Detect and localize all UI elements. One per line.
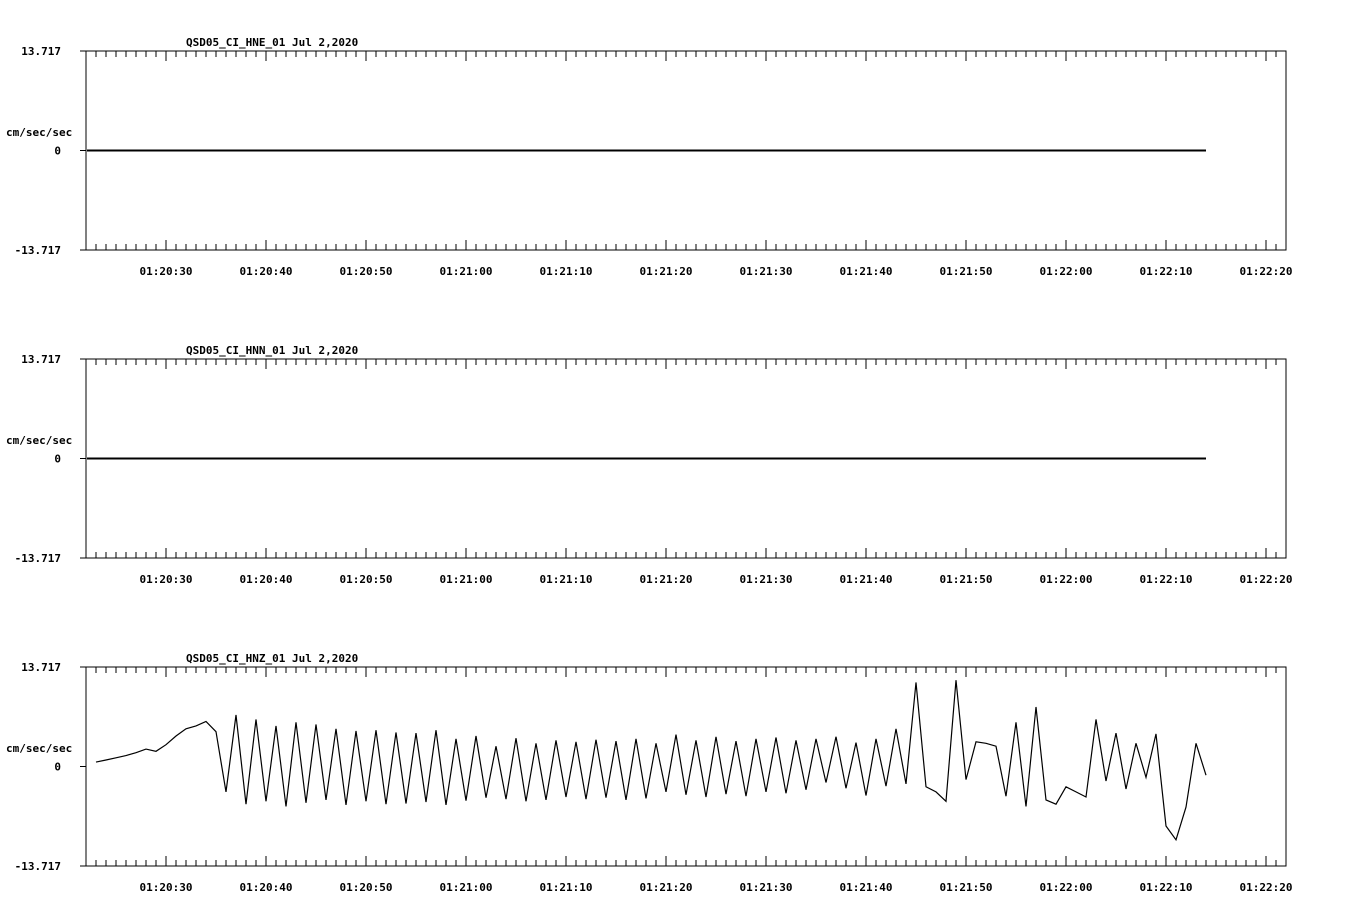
x-tick-label: 01:21:20 <box>640 265 693 278</box>
x-tick-label: 01:21:40 <box>840 265 893 278</box>
x-tick-label: 01:20:50 <box>340 265 393 278</box>
x-tick-label: 01:21:40 <box>840 573 893 586</box>
y-tick-label: 0 <box>54 145 61 158</box>
y-tick-label: 0 <box>54 761 61 774</box>
x-tick-label: 01:21:20 <box>640 573 693 586</box>
x-tick-label: 01:22:10 <box>1140 265 1193 278</box>
x-tick-label: 01:21:10 <box>540 573 593 586</box>
plot-panel-1: QSD05_CI_HNE_01 Jul 2,2020 13.717 0 -13.717… <box>6 36 1292 278</box>
x-tick-label: 01:20:40 <box>240 573 293 586</box>
x-tick-label: 01:21:00 <box>440 573 493 586</box>
x-tick-label: 01:22:20 <box>1240 573 1293 586</box>
x-tick-label: 01:22:10 <box>1140 573 1193 586</box>
y-tick-label: -13.717 <box>15 552 61 565</box>
y-axis-label: cm/sec/sec <box>6 434 72 447</box>
y-axis-label: cm/sec/sec <box>6 126 72 139</box>
x-tick-label: 01:22:00 <box>1040 265 1093 278</box>
x-tick-label: 01:21:00 <box>440 881 493 894</box>
x-tick-label: 01:21:50 <box>940 573 993 586</box>
x-tick-label: 01:22:20 <box>1240 265 1293 278</box>
x-tick-label: 01:21:30 <box>740 881 793 894</box>
y-tick-label: 13.717 <box>21 353 61 366</box>
x-tick-label: 01:21:30 <box>740 265 793 278</box>
x-tick-label: 01:21:10 <box>540 881 593 894</box>
y-axis-label: cm/sec/sec <box>6 742 72 755</box>
x-tick-label: 01:20:50 <box>340 881 393 894</box>
plot-title: QSD05_CI_HNN_01 Jul 2,2020 <box>186 344 358 357</box>
x-tick-label: 01:20:30 <box>140 265 193 278</box>
x-tick-label: 01:21:50 <box>940 265 993 278</box>
y-tick-label: -13.717 <box>15 860 61 873</box>
seismogram-plots: QSD05_CI_HNE_01 Jul 2,2020 13.717 0 -13.717… <box>6 36 1292 894</box>
x-tick-label: 01:20:40 <box>240 881 293 894</box>
x-tick-label: 01:21:10 <box>540 265 593 278</box>
x-tick-label: 01:22:00 <box>1040 573 1093 586</box>
x-tick-label: 01:20:30 <box>140 881 193 894</box>
y-tick-label: -13.717 <box>15 244 61 257</box>
x-tick-label: 01:22:00 <box>1040 881 1093 894</box>
x-tick-label: 01:21:40 <box>840 881 893 894</box>
x-tick-label: 01:21:20 <box>640 881 693 894</box>
plot-title: QSD05_CI_HNE_01 Jul 2,2020 <box>186 36 358 49</box>
x-tick-label: 01:20:50 <box>340 573 393 586</box>
plot-panel-3: QSD05_CI_HNZ_01 Jul 2,2020 13.717 0 -13.717… <box>6 652 1292 894</box>
x-tick-label: 01:21:00 <box>440 265 493 278</box>
x-tick-label: 01:20:40 <box>240 265 293 278</box>
x-tick-label: 01:22:20 <box>1240 881 1293 894</box>
plot-title: QSD05_CI_HNZ_01 Jul 2,2020 <box>186 652 358 665</box>
x-tick-label: 01:22:10 <box>1140 881 1193 894</box>
plot-frame <box>85 666 1287 867</box>
y-tick-label: 0 <box>54 453 61 466</box>
waveform-trace <box>95 680 1207 842</box>
x-tick-label: 01:21:30 <box>740 573 793 586</box>
plot-panel-2: QSD05_CI_HNN_01 Jul 2,2020 13.717 0 -13.717… <box>6 344 1292 586</box>
x-tick-label: 01:21:50 <box>940 881 993 894</box>
y-tick-label: 13.717 <box>21 45 61 58</box>
y-tick-label: 13.717 <box>21 661 61 674</box>
x-tick-label: 01:20:30 <box>140 573 193 586</box>
